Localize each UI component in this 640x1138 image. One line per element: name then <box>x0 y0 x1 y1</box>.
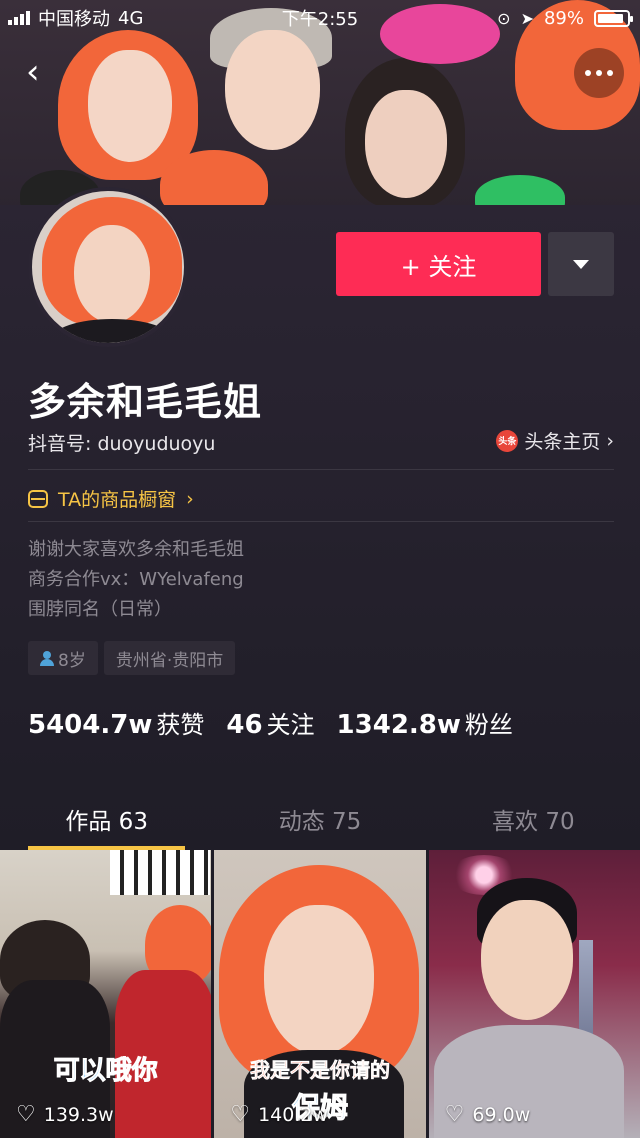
video-likes: ♡ 140.2w <box>230 1102 328 1127</box>
tab-label: 作品 63 <box>65 809 148 835</box>
tab-label: 动态 75 <box>278 809 362 835</box>
stat-label: 获赞 <box>156 711 205 739</box>
profile-stats: 5404.7w 获赞 46 关注 1342.8w 粉丝 <box>28 705 513 740</box>
like-count: 69.0w <box>472 1104 531 1126</box>
video-likes: ♡ 139.3w <box>16 1102 114 1127</box>
likes-stat: 5404.7w 获赞 <box>28 705 204 740</box>
back-button[interactable]: ‹ <box>26 52 66 92</box>
like-count: 140.2w <box>258 1104 328 1126</box>
video-grid: 可以哦你 ♡ 139.3w 我是不是你请的 保姆 ♡ 140.2w ♡ 69.0… <box>0 850 640 1138</box>
age-label: 8岁 <box>58 650 86 671</box>
video-thumbnail[interactable]: 可以哦你 ♡ 139.3w <box>0 850 212 1138</box>
location-tag: 贵州省·贵阳市 <box>103 641 236 675</box>
heart-icon: ♡ <box>16 1102 36 1127</box>
content-tabs: 作品 63 动态 75 喜欢 70 <box>0 780 640 850</box>
banner-face-3-skin <box>365 90 447 198</box>
banner-face-2 <box>225 30 320 150</box>
douyin-id: 抖音号: duoyuduoyu <box>28 433 216 455</box>
video-thumbnail[interactable]: 我是不是你请的 保姆 ♡ 140.2w <box>214 850 426 1138</box>
status-bar: 中国移动 4G 下午2:55 ⊙ ➤ 89% <box>0 0 640 36</box>
tab-posts[interactable]: 动态 75 <box>213 780 426 850</box>
more-button[interactable] <box>574 48 624 98</box>
chevron-left-icon: ‹ <box>26 52 40 92</box>
video-caption: 可以哦你 <box>53 1056 158 1087</box>
shop-window-label: TA的商品橱窗 <box>58 489 177 511</box>
profile-name: 多余和毛毛姐 <box>28 380 263 424</box>
tab-label: 喜欢 70 <box>492 809 575 835</box>
banner-face-1-skin <box>88 50 172 162</box>
piano-keys <box>110 850 210 895</box>
stat-value: 46 <box>226 710 263 740</box>
stat-value: 5404.7w <box>28 710 153 740</box>
stat-label: 粉丝 <box>464 711 513 739</box>
toutiao-logo-icon: 头条 <box>496 429 519 452</box>
bio: 谢谢大家喜欢多余和毛毛姐 商务合作vx：WYelvafeng 围脖同名（日常） <box>28 535 244 625</box>
divider <box>28 469 614 470</box>
toutiao-link-label: 头条主页 <box>524 431 601 453</box>
stat-value: 1342.8w <box>336 710 461 740</box>
video-thumbnail[interactable]: ♡ 69.0w <box>428 850 640 1138</box>
more-dots-icon <box>585 70 613 76</box>
tab-works[interactable]: 作品 63 <box>0 780 213 850</box>
like-count: 139.3w <box>43 1104 114 1126</box>
location-label: 贵州省·贵阳市 <box>115 650 224 671</box>
follow-button[interactable]: + 关注 <box>336 232 541 296</box>
profile-tags: 8岁 贵州省·贵阳市 <box>28 641 236 675</box>
orientation-lock-icon: ⊙ <box>497 8 511 28</box>
battery-icon <box>594 9 633 27</box>
chevron-right-icon: › <box>606 429 614 452</box>
stat-label: 关注 <box>266 711 315 739</box>
face <box>480 900 573 1020</box>
video-likes: ♡ 69.0w <box>444 1102 531 1127</box>
location-icon: ➤ <box>520 8 534 28</box>
heart-icon: ♡ <box>444 1102 465 1127</box>
recommend-dropdown-button[interactable] <box>548 232 614 296</box>
profile-section: + 关注 多余和毛毛姐 抖音号: duoyuduoyu 头条 头条主页 › TA… <box>0 187 640 845</box>
chevron-right-icon: › <box>186 487 194 510</box>
age-tag: 8岁 <box>28 641 98 675</box>
tab-likes[interactable]: 喜欢 70 <box>427 780 640 850</box>
battery-percent: 89% <box>543 7 584 29</box>
bio-line: 围脖同名（日常） <box>28 599 172 620</box>
follow-button-label: + 关注 <box>400 252 477 281</box>
avatar[interactable] <box>28 187 188 347</box>
person-icon <box>40 650 54 666</box>
heart-icon: ♡ <box>230 1102 251 1127</box>
shop-icon <box>28 489 48 508</box>
toutiao-homepage-link[interactable]: 头条 头条主页 › <box>496 427 614 454</box>
caret-down-icon <box>573 259 589 269</box>
bio-line: 谢谢大家喜欢多余和毛毛姐 <box>28 539 244 560</box>
divider <box>28 521 614 522</box>
followers-stat[interactable]: 1342.8w 粉丝 <box>337 705 513 740</box>
video-caption: 我是不是你请的 <box>249 1058 391 1083</box>
banner-face-5 <box>160 150 268 210</box>
face <box>264 905 375 1055</box>
bio-line: 商务合作vx：WYelvafeng <box>28 569 244 590</box>
following-stat[interactable]: 46 关注 <box>226 705 314 740</box>
shop-window-link[interactable]: TA的商品橱窗 › <box>28 485 194 512</box>
